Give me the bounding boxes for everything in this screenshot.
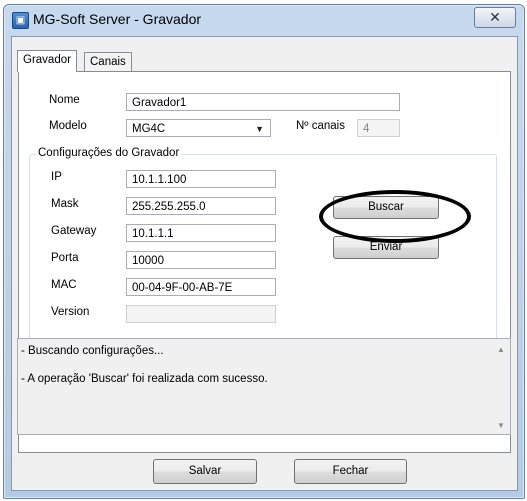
porta-input[interactable]: 10000	[126, 251, 276, 269]
enviar-button[interactable]: Enviar	[333, 236, 439, 259]
nome-input[interactable]: Gravador1	[126, 93, 400, 111]
config-group-title: Configurações do Gravador	[36, 147, 182, 159]
log-line: - Buscando configurações...	[21, 345, 164, 357]
nome-label: Nome	[49, 94, 80, 106]
dialog-window: ▣ MG-Soft Server - Gravador ✕ Canais Gra…	[3, 4, 525, 499]
version-label: Version	[51, 306, 90, 318]
ncanais-label: Nº canais	[296, 120, 345, 132]
title-bar[interactable]: ▣ MG-Soft Server - Gravador ✕	[4, 5, 524, 35]
modelo-label: Modelo	[49, 120, 87, 132]
salvar-button[interactable]: Salvar	[153, 459, 257, 484]
log-line: - A operação 'Buscar' foi realizada com …	[21, 373, 268, 385]
modelo-select-value: MG4C	[132, 123, 166, 135]
mac-label: MAC	[51, 279, 77, 291]
log-textbox[interactable]: - Buscando configurações... - A operação…	[17, 338, 511, 435]
log-scrollbar[interactable]: ▲ ▼	[493, 339, 510, 434]
ip-label: IP	[51, 171, 62, 183]
mask-label: Mask	[51, 198, 79, 210]
scroll-down-icon[interactable]: ▼	[497, 421, 505, 430]
tab-canais[interactable]: Canais	[84, 52, 132, 71]
gateway-input[interactable]: 10.1.1.1	[126, 224, 276, 242]
close-icon: ✕	[489, 9, 501, 25]
modelo-select[interactable]: MG4C ▼	[126, 119, 271, 137]
fechar-button[interactable]: Fechar	[294, 459, 407, 484]
buscar-button[interactable]: Buscar	[333, 196, 439, 219]
dialog-client-area: Canais Gravador Nome Gravador1 Modelo MG…	[11, 36, 518, 491]
close-button[interactable]: ✕	[474, 7, 516, 28]
mac-input[interactable]: 00-04-9F-00-AB-7E	[126, 278, 276, 296]
ncanais-field: 4	[357, 119, 400, 137]
porta-label: Porta	[51, 252, 79, 264]
mask-input[interactable]: 255.255.255.0	[126, 197, 276, 215]
version-field	[126, 305, 276, 323]
tab-gravador[interactable]: Gravador	[17, 50, 77, 72]
gateway-label: Gateway	[51, 225, 97, 237]
chevron-down-icon: ▼	[255, 124, 264, 134]
scroll-up-icon[interactable]: ▲	[497, 345, 505, 354]
window-title: MG-Soft Server - Gravador	[33, 11, 202, 27]
app-icon: ▣	[12, 12, 29, 29]
ip-input[interactable]: 10.1.1.100	[126, 170, 276, 188]
